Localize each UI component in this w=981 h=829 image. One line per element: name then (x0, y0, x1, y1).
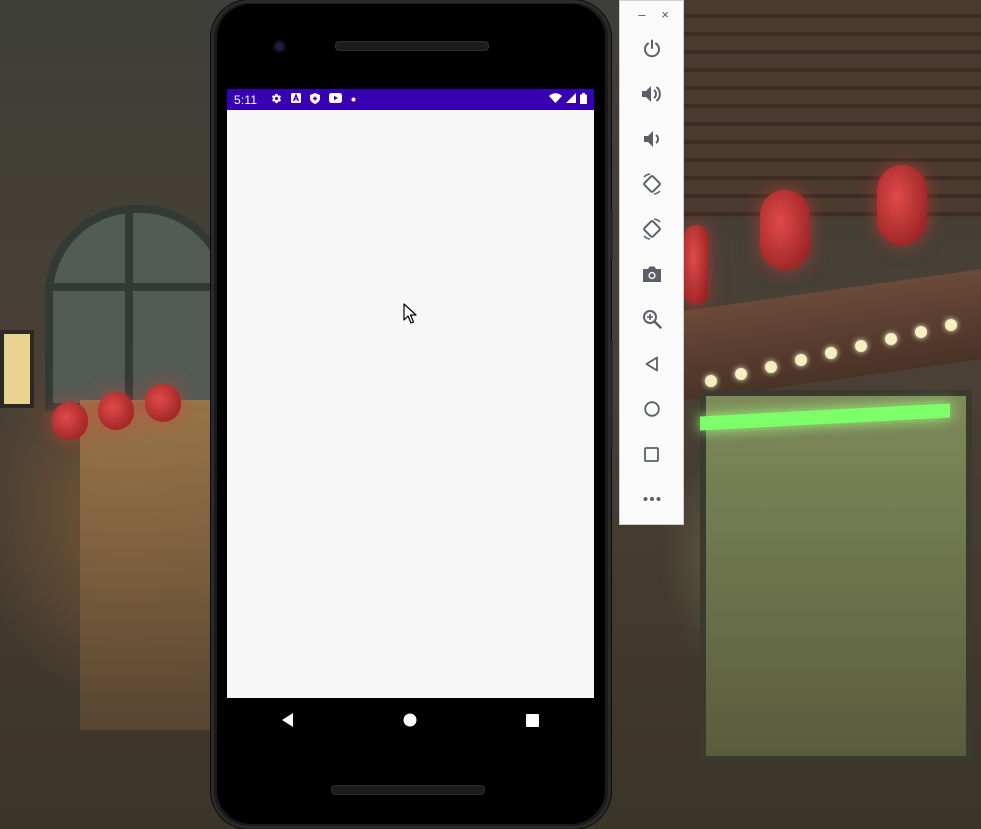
volume-up-icon (641, 86, 661, 102)
home-icon (403, 713, 417, 727)
nav-home-button[interactable] (390, 700, 430, 740)
bottom-speaker (331, 785, 485, 795)
status-time: 5:11 (234, 92, 258, 107)
wallpaper-bulb (795, 354, 807, 366)
gear-icon (271, 93, 282, 107)
back-icon (282, 713, 294, 727)
rotate-right-button[interactable] (620, 211, 683, 247)
more-options-button[interactable] (620, 481, 683, 517)
shield-icon (310, 92, 321, 107)
wallpaper-lantern (145, 384, 181, 422)
mouse-pointer-icon (403, 303, 417, 324)
zoom-button[interactable] (620, 301, 683, 337)
status-bar: 5:11 (227, 89, 594, 110)
volume-down-button[interactable] (620, 121, 683, 157)
wallpaper-bulb (765, 361, 777, 373)
recents-icon (526, 713, 540, 727)
rotate-left-icon (642, 173, 661, 195)
earpiece-speaker (335, 41, 489, 51)
front-camera (273, 40, 286, 53)
wifi-icon (549, 93, 562, 106)
a-icon (291, 93, 302, 106)
app-content-area[interactable] (227, 110, 594, 698)
close-button[interactable]: × (661, 8, 669, 21)
wallpaper-shop-shelf (80, 400, 220, 730)
phone-volume-rocker[interactable] (609, 340, 613, 450)
rotate-left-button[interactable] (620, 166, 683, 202)
wallpaper-bulb (825, 347, 837, 359)
signal-icon (566, 93, 576, 106)
minimize-button[interactable]: – (638, 8, 645, 21)
wallpaper-arched-window (45, 205, 231, 411)
screenshot-button[interactable] (620, 256, 683, 292)
more-dots-icon (643, 497, 660, 501)
wallpaper-wood-wall (684, 0, 981, 220)
home-circle-icon (643, 401, 660, 417)
emulator-back-button[interactable] (620, 346, 683, 382)
emulator-overview-button[interactable] (620, 436, 683, 472)
camera-icon (642, 266, 661, 282)
emulator-window-controls: – × (620, 1, 683, 27)
youtube-icon (329, 93, 343, 106)
nav-recents-button[interactable] (513, 700, 553, 740)
emulator-home-button[interactable] (620, 391, 683, 427)
wallpaper-beam (684, 269, 981, 401)
volume-up-button[interactable] (620, 76, 683, 112)
wallpaper-bulb (705, 375, 717, 387)
wallpaper-bulb (915, 326, 927, 338)
wallpaper-shop-window (700, 390, 972, 762)
battery-icon (580, 92, 587, 107)
wallpaper-lantern (98, 392, 134, 430)
power-button[interactable] (620, 31, 683, 67)
notification-icons (271, 92, 356, 107)
volume-down-icon (643, 131, 659, 147)
wallpaper-lantern (877, 165, 927, 245)
wallpaper-bulb (885, 333, 897, 345)
wallpaper-lantern (760, 190, 810, 270)
wallpaper-lamp (0, 330, 34, 408)
emulator-toolbar: – × (619, 0, 684, 525)
back-triangle-icon (645, 356, 658, 372)
navigation-bar (227, 698, 594, 742)
power-icon (643, 39, 660, 58)
wallpaper-bulb (945, 319, 957, 331)
nav-back-button[interactable] (268, 700, 308, 740)
phone-side-button[interactable] (609, 210, 613, 260)
wallpaper-lantern (684, 225, 708, 305)
system-status-icons (549, 92, 587, 107)
overview-square-icon (644, 446, 659, 462)
dot-icon (351, 94, 356, 105)
wallpaper-lantern (52, 402, 88, 440)
wallpaper-bulb (855, 340, 867, 352)
rotate-right-icon (642, 218, 661, 240)
wallpaper-bulb (735, 368, 747, 380)
zoom-icon (642, 310, 662, 329)
